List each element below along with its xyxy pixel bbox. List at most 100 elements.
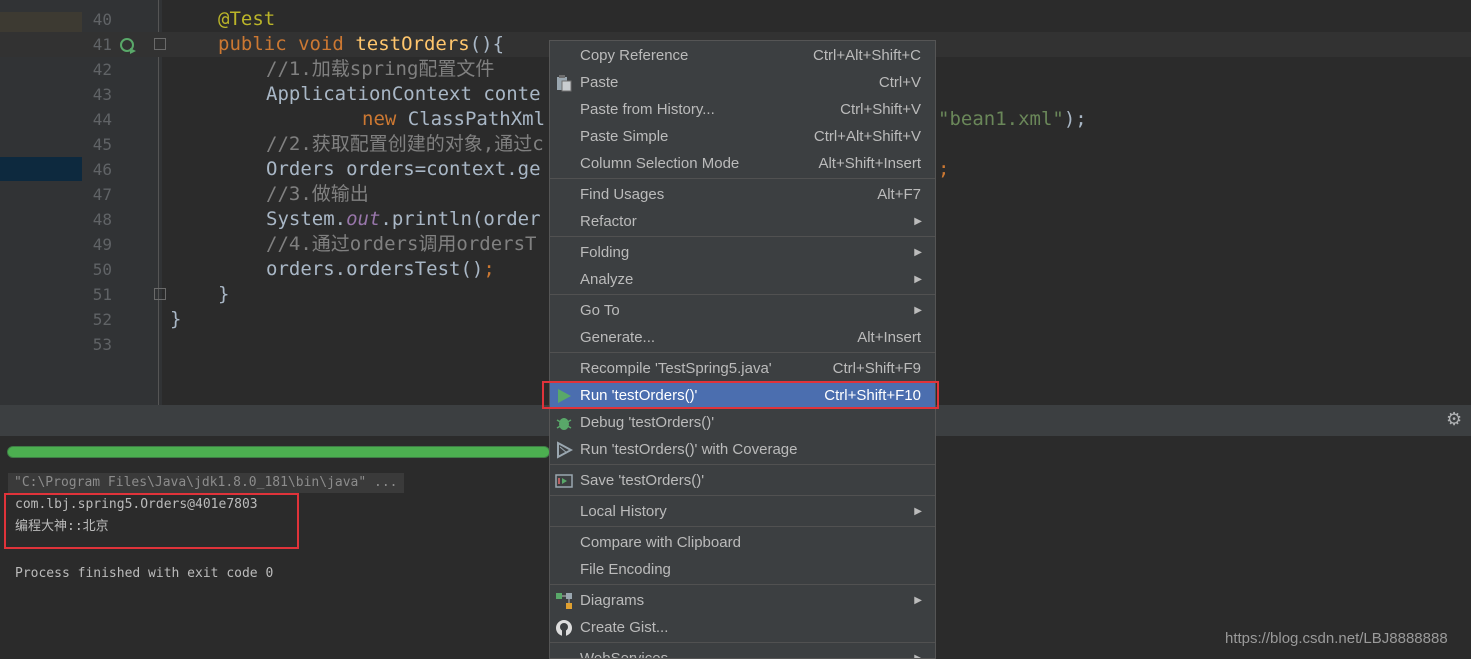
- code-line-tail: "bean1.xml");: [938, 107, 1087, 132]
- code-token: "bean1.xml": [938, 108, 1064, 130]
- code-line: orders.ordersTest();: [266, 257, 495, 282]
- submenu-arrow-icon: ▶: [914, 595, 922, 606]
- menu-item-save-config[interactable]: Save 'testOrders()': [550, 467, 935, 494]
- menu-item-folding[interactable]: Folding ▶: [550, 239, 935, 266]
- menu-item-copy-reference[interactable]: Copy Reference Ctrl+Alt+Shift+C: [550, 42, 935, 69]
- menu-item-create-gist[interactable]: Create Gist...: [550, 614, 935, 641]
- menu-item-recompile[interactable]: Recompile 'TestSpring5.java' Ctrl+Shift+F…: [550, 355, 935, 382]
- diagrams-icon: [556, 593, 572, 609]
- run-item-highlight-box: [542, 381, 939, 409]
- menu-item-diagrams[interactable]: Diagrams ▶: [550, 587, 935, 614]
- fold-icon[interactable]: [154, 38, 166, 50]
- test-progress-bar: [7, 446, 550, 458]
- run-test-gutter-icon[interactable]: [118, 36, 138, 56]
- code-line: public void testOrders(){: [218, 32, 504, 57]
- menu-separator: [550, 464, 935, 465]
- code-line: //2.获取配置创建的对象,通过c: [266, 133, 544, 155]
- menu-item-shortcut: Ctrl+Shift+V: [840, 101, 921, 118]
- code-line: System.out.println(order: [266, 207, 541, 232]
- code-line: Orders orders=context.ge: [266, 158, 541, 180]
- fold-icon[interactable]: [154, 288, 166, 300]
- menu-item-paste[interactable]: Paste Ctrl+V: [550, 69, 935, 96]
- menu-separator: [550, 352, 935, 353]
- menu-item-label: WebServices: [580, 650, 669, 659]
- menu-item-label: Generate...: [580, 329, 656, 346]
- line-number: 42: [92, 60, 112, 79]
- code-token: orders.ordersTest(): [266, 258, 484, 280]
- submenu-arrow-icon: ▶: [914, 305, 922, 316]
- menu-item-run-with-coverage[interactable]: Run 'testOrders()' with Coverage: [550, 436, 935, 463]
- progress-fill: [8, 447, 549, 457]
- menu-item-refactor[interactable]: Refactor ▶: [550, 208, 935, 235]
- menu-separator: [550, 495, 935, 496]
- gutter-divider: [158, 0, 159, 405]
- menu-item-label: Folding: [580, 244, 630, 261]
- line-number: 43: [92, 85, 112, 104]
- code-line: //4.通过orders调用ordersT: [266, 233, 537, 255]
- menu-item-label: Save 'testOrders()': [580, 472, 705, 489]
- coverage-icon: [557, 441, 573, 459]
- menu-item-label: Diagrams: [580, 592, 645, 609]
- menu-separator: [550, 584, 935, 585]
- menu-item-shortcut: Alt+Shift+Insert: [818, 155, 921, 172]
- code-token: ;: [483, 258, 495, 280]
- menu-item-compare-with-clipboard[interactable]: Compare with Clipboard: [550, 529, 935, 556]
- line-number: 45: [92, 135, 112, 154]
- menu-item-generate[interactable]: Generate... Alt+Insert: [550, 324, 935, 351]
- code-token: ClassPathXml: [396, 108, 546, 130]
- code-line: @Test: [218, 8, 276, 30]
- editor-context-menu: Copy Reference Ctrl+Alt+Shift+C Paste Ctrl…: [549, 40, 936, 659]
- line-number: 40: [92, 10, 112, 29]
- menu-item-label: Refactor: [580, 213, 637, 230]
- console-exit-message: Process finished with exit code 0: [15, 566, 274, 581]
- code-token: void: [298, 33, 344, 55]
- line-number: 44: [92, 110, 112, 129]
- menu-item-label: Local History: [580, 503, 667, 520]
- code-line: //1.加载spring配置文件: [266, 58, 495, 80]
- menu-item-column-selection-mode[interactable]: Column Selection Mode Alt+Shift+Insert: [550, 150, 935, 177]
- menu-item-label: Analyze: [580, 271, 634, 288]
- output-highlight-box: [4, 493, 299, 549]
- menu-item-label: File Encoding: [580, 561, 671, 578]
- code-line: ApplicationContext conte: [266, 83, 541, 105]
- line-number: 53: [92, 335, 112, 354]
- code-token: System.: [266, 208, 347, 230]
- code-line-tail: ;: [938, 158, 950, 180]
- gear-icon[interactable]: ⚙: [1446, 410, 1466, 430]
- line-number: 48: [92, 210, 112, 229]
- submenu-arrow-icon: ▶: [914, 274, 922, 285]
- selection-strip-mark: [0, 157, 82, 181]
- menu-item-paste-from-history[interactable]: Paste from History... Ctrl+Shift+V: [550, 96, 935, 123]
- console-command-line: "C:\Program Files\Java\jdk1.8.0_181\bin\…: [8, 473, 404, 493]
- project-panel-edge: [0, 0, 82, 405]
- menu-item-analyze[interactable]: Analyze ▶: [550, 266, 935, 293]
- submenu-arrow-icon: ▶: [914, 653, 922, 659]
- code-token: .println(order: [380, 208, 541, 230]
- save-config-icon: [555, 474, 573, 488]
- menu-item-find-usages[interactable]: Find Usages Alt+F7: [550, 181, 935, 208]
- menu-separator: [550, 178, 935, 179]
- menu-item-go-to[interactable]: Go To ▶: [550, 297, 935, 324]
- code-token: out: [346, 208, 381, 230]
- menu-item-shortcut: Alt+F7: [877, 186, 921, 203]
- menu-item-webservices[interactable]: WebServices ▶: [550, 645, 935, 659]
- code-token: testOrders: [355, 33, 470, 55]
- menu-item-local-history[interactable]: Local History ▶: [550, 498, 935, 525]
- menu-item-debug-test[interactable]: Debug 'testOrders()': [550, 409, 935, 436]
- line-number: 51: [92, 285, 112, 304]
- menu-item-shortcut: Alt+Insert: [857, 329, 921, 346]
- code-token: (){: [469, 33, 505, 55]
- submenu-arrow-icon: ▶: [914, 247, 922, 258]
- line-number: 52: [92, 310, 112, 329]
- menu-item-file-encoding[interactable]: File Encoding: [550, 556, 935, 583]
- line-number: 49: [92, 235, 112, 254]
- debug-icon: [556, 418, 572, 430]
- menu-item-label: Run 'testOrders()' with Coverage: [580, 441, 798, 458]
- code-line: new ClassPathXml: [362, 107, 545, 132]
- menu-item-label: Create Gist...: [580, 619, 669, 636]
- menu-item-paste-simple[interactable]: Paste Simple Ctrl+Alt+Shift+V: [550, 123, 935, 150]
- menu-item-label: Recompile 'TestSpring5.java': [580, 360, 772, 377]
- menu-item-label: Go To: [580, 302, 620, 319]
- code-token: );: [1063, 108, 1087, 130]
- menu-item-label: Find Usages: [580, 186, 665, 203]
